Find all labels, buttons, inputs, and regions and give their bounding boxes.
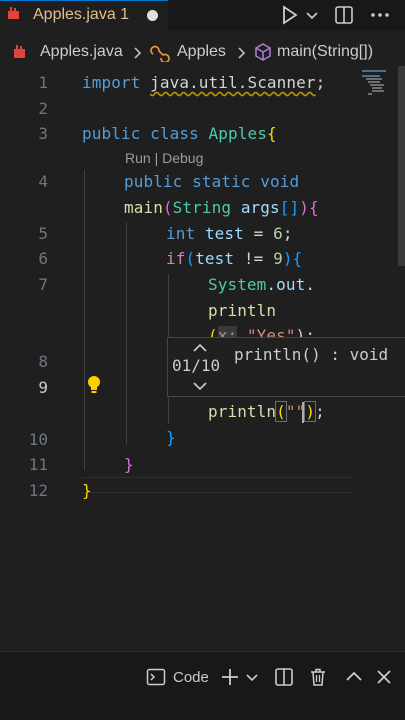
code-line[interactable]: main(String args[]){ xyxy=(124,198,319,217)
line-number: 10 xyxy=(28,430,48,449)
split-editor-icon[interactable] xyxy=(334,5,354,25)
code-line[interactable]: int test = 6; xyxy=(166,224,293,243)
chevron-down-icon[interactable] xyxy=(192,380,208,392)
code-line[interactable]: println xyxy=(208,301,276,320)
chevron-right-icon xyxy=(134,47,142,59)
parameter-hints-widget: 01/10 println() : void xyxy=(167,337,405,397)
terminal-name[interactable]: Code xyxy=(173,669,209,686)
more-actions-icon[interactable] xyxy=(369,5,391,25)
code-line[interactable]: } xyxy=(82,481,92,500)
tab-bar: Apples.java 1 xyxy=(0,0,405,30)
line-number: 5 xyxy=(38,224,48,243)
breadcrumb: Apples.java Apples main(String[]) xyxy=(0,40,405,66)
code-line[interactable]: println(""); xyxy=(208,401,325,422)
code-line[interactable]: public class Apples{ xyxy=(82,124,277,143)
text-cursor xyxy=(302,402,304,423)
indent-guide xyxy=(126,222,127,444)
terminal-icon[interactable] xyxy=(146,667,166,687)
line-number: 3 xyxy=(38,124,48,143)
tab-label: Apples.java 1 xyxy=(33,6,130,23)
line-number: 8 xyxy=(38,352,48,371)
chevron-right-icon xyxy=(238,47,246,59)
line-number: 2 xyxy=(38,99,48,118)
codelens-run-debug[interactable]: Run | Debug xyxy=(125,150,203,166)
chevron-down-icon[interactable] xyxy=(245,667,259,687)
line-number: 1 xyxy=(38,73,48,92)
minimap[interactable] xyxy=(362,70,392,100)
chevron-up-icon[interactable] xyxy=(344,667,364,687)
breadcrumb-method[interactable]: main(String[]) xyxy=(277,43,373,61)
method-signature: println() : void xyxy=(234,345,389,364)
line-number: 7 xyxy=(38,275,48,294)
chevron-up-icon[interactable] xyxy=(192,342,208,354)
close-icon[interactable] xyxy=(374,667,394,687)
line-number: 11 xyxy=(28,455,48,474)
lightbulb-icon[interactable] xyxy=(86,375,102,395)
unsaved-dot-icon[interactable] xyxy=(147,10,158,21)
breadcrumb-file[interactable]: Apples.java xyxy=(40,43,123,61)
indent-guide xyxy=(84,170,85,470)
code-line[interactable]: import java.util.Scanner; xyxy=(82,73,325,92)
line-number: 4 xyxy=(38,172,48,191)
chevron-down-icon[interactable] xyxy=(305,5,319,25)
code-line[interactable]: } xyxy=(124,455,134,474)
current-line-highlight xyxy=(82,477,352,493)
split-terminal-icon[interactable] xyxy=(274,667,294,687)
java-file-icon xyxy=(8,7,19,19)
panel-toolbar: Code xyxy=(0,651,405,720)
vertical-scrollbar[interactable] xyxy=(398,66,405,266)
method-symbol-icon xyxy=(255,43,271,61)
code-line[interactable]: System.out. xyxy=(208,275,315,294)
run-icon[interactable] xyxy=(282,5,298,25)
warning-squiggle[interactable]: java.util.Scanner xyxy=(150,73,315,92)
code-line[interactable]: public static void xyxy=(124,172,299,191)
line-number: 9 xyxy=(38,378,48,397)
editor-tab[interactable]: Apples.java 1 xyxy=(0,0,168,30)
overload-counter: 01/10 xyxy=(172,356,221,375)
java-file-icon xyxy=(14,45,25,58)
trash-icon[interactable] xyxy=(308,667,328,687)
code-line[interactable]: if(test != 9){ xyxy=(166,249,302,268)
breadcrumb-class[interactable]: Apples xyxy=(177,43,226,61)
class-symbol-icon xyxy=(150,45,170,62)
line-number: 6 xyxy=(38,249,48,268)
plus-icon[interactable] xyxy=(220,667,240,687)
line-number: 12 xyxy=(28,481,48,500)
code-line[interactable]: } xyxy=(166,428,176,447)
